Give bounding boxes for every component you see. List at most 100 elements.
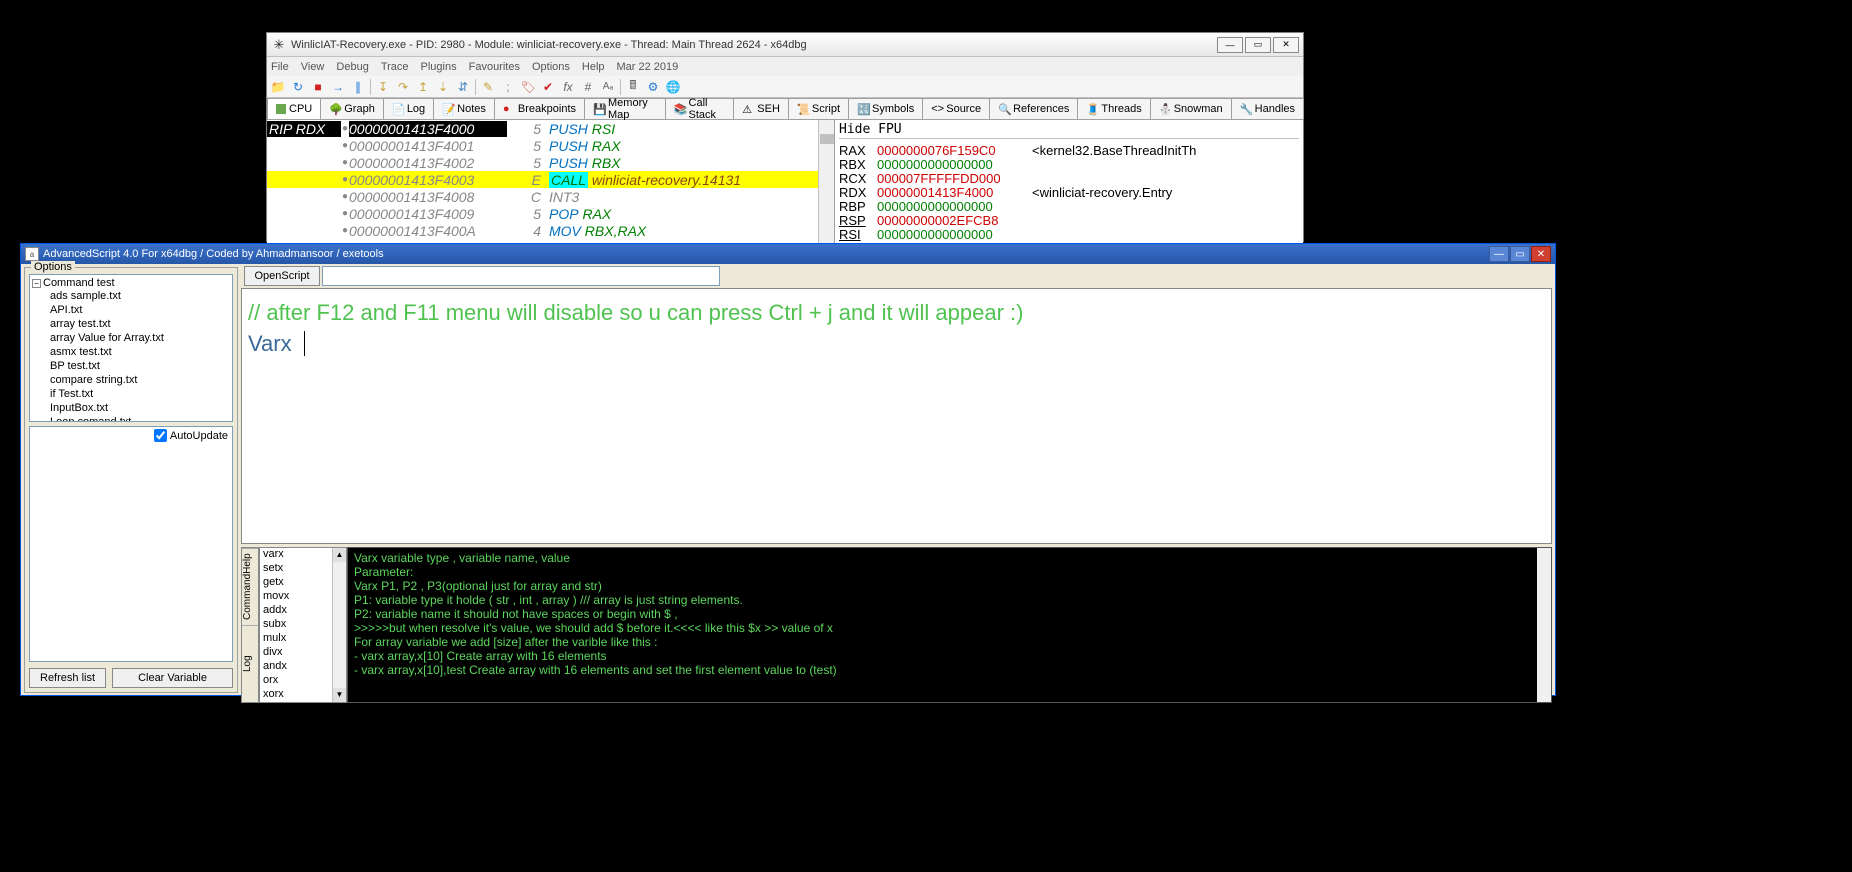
trace-icon[interactable]: ⇣ <box>434 78 452 96</box>
clear-variable-button[interactable]: Clear Variable <box>112 668 233 688</box>
disasm-row[interactable]: ●00000001413F40095POP RAX <box>267 205 834 222</box>
settings-icon[interactable]: ⚙ <box>644 78 662 96</box>
tree-item[interactable]: BP test.txt <box>50 359 230 373</box>
disasm-scrollbar[interactable] <box>818 120 834 243</box>
comment-icon[interactable]: ; <box>499 78 517 96</box>
tab-threads[interactable]: 🧵Threads <box>1077 98 1150 119</box>
stop-icon[interactable]: ■ <box>309 78 327 96</box>
dbg-titlebar[interactable]: ✳ WinlicIAT-Recovery.exe - PID: 2980 - M… <box>267 33 1303 57</box>
tree-item[interactable]: if Test.txt <box>50 387 230 401</box>
script-tree[interactable]: − Command test ads sample.txtAPI.txtarra… <box>29 274 233 422</box>
register-row[interactable]: RSI0000000000000000 <box>839 227 1299 241</box>
patch-icon[interactable]: ✎ <box>479 78 497 96</box>
as-close-button[interactable]: ✕ <box>1531 246 1551 262</box>
openscript-button[interactable]: OpenScript <box>244 266 320 286</box>
register-row[interactable]: RBP0000000000000000 <box>839 199 1299 213</box>
registers-view[interactable]: Hide FPU RAX0000000076F159C0<kernel32.Ba… <box>834 120 1303 243</box>
label-icon[interactable]: 🏷 <box>519 78 537 96</box>
register-row[interactable]: RSP00000000002EFCB8 <box>839 213 1299 227</box>
menu-help[interactable]: Help <box>582 61 605 73</box>
tree-item[interactable]: InputBox.txt <box>50 401 230 415</box>
as-minimize-button[interactable]: — <box>1489 246 1509 262</box>
tree-item[interactable]: array Value for Array.txt <box>50 331 230 345</box>
disasm-row[interactable]: ●00000001413F4008CINT3 <box>267 188 834 205</box>
open-icon[interactable]: 📁 <box>269 78 287 96</box>
bullet-icon: ● <box>341 191 349 202</box>
tab-snowman[interactable]: ⛄Snowman <box>1150 98 1232 119</box>
tab-script[interactable]: 📜Script <box>788 98 849 119</box>
disasm-row[interactable]: RIP RDX●00000001413F40005PUSH RSI <box>267 120 834 137</box>
menu-view[interactable]: View <box>301 61 325 73</box>
tree-item[interactable]: compare string.txt <box>50 373 230 387</box>
menu-plugins[interactable]: Plugins <box>421 61 457 73</box>
fx-icon[interactable]: fx <box>559 78 577 96</box>
refresh-list-button[interactable]: Refresh list <box>29 668 106 688</box>
tree-item[interactable]: asmx test.txt <box>50 345 230 359</box>
maximize-button[interactable]: ▭ <box>1245 37 1271 53</box>
tab-seh[interactable]: ⚠SEH <box>733 98 789 119</box>
side-tab-log[interactable]: Log <box>242 625 258 702</box>
tab-handles[interactable]: 🔧Handles <box>1231 98 1304 119</box>
as-titlebar[interactable]: a AdvancedScript 4.0 For x64dbg / Coded … <box>21 244 1555 264</box>
script-editor[interactable]: // after F12 and F11 menu will disable s… <box>241 288 1552 544</box>
hash-icon[interactable]: # <box>579 78 597 96</box>
world-icon[interactable]: 🌐 <box>664 78 682 96</box>
tree-item[interactable]: ads sample.txt <box>50 289 230 303</box>
tree-root-label[interactable]: Command test <box>43 277 115 289</box>
disasm-row[interactable]: ●00000001413F40025PUSH RBX <box>267 154 834 171</box>
command-list[interactable]: varxsetxgetxmovxaddxsubxmulxdivxandxorxx… <box>259 547 347 703</box>
run-icon[interactable]: → <box>329 78 347 96</box>
stepover-icon[interactable]: ↷ <box>394 78 412 96</box>
disasm-row[interactable]: ●00000001413F40015PUSH RAX <box>267 137 834 154</box>
calc-icon[interactable]: 🖩 <box>624 78 642 96</box>
tab-source[interactable]: <>Source <box>922 98 990 119</box>
minimize-button[interactable]: — <box>1217 37 1243 53</box>
bp-icon: ● <box>503 103 515 115</box>
disasm-row[interactable]: ●00000001413F4003ECALL winliciat-recover… <box>267 171 834 188</box>
variable-list[interactable]: AutoUpdate <box>29 426 233 662</box>
az-icon[interactable]: Aₐ <box>599 78 617 96</box>
menu-options[interactable]: Options <box>532 61 570 73</box>
register-row[interactable]: RBX0000000000000000 <box>839 157 1299 171</box>
menu-trace[interactable]: Trace <box>381 61 409 73</box>
restart-icon[interactable]: ↻ <box>289 78 307 96</box>
help-scrollbar[interactable] <box>1537 548 1551 702</box>
menu-file[interactable]: File <box>271 61 289 73</box>
menu-debug[interactable]: Debug <box>336 61 368 73</box>
disassembly-view[interactable]: RIP RDX●00000001413F40005PUSH RSI●000000… <box>267 120 834 243</box>
tab-cpu[interactable]: CPU <box>267 98 321 119</box>
tree-collapse-icon[interactable]: − <box>32 279 41 288</box>
hide-fpu-label[interactable]: Hide FPU <box>839 122 1299 139</box>
tab-callstack[interactable]: 📚Call Stack <box>665 98 735 119</box>
register-row[interactable]: RDX00000001413F4000<winliciat-recovery.E… <box>839 185 1299 199</box>
trace2-icon[interactable]: ⇵ <box>454 78 472 96</box>
tab-log[interactable]: 📄Log <box>383 98 434 119</box>
autoupdate-toggle[interactable]: AutoUpdate <box>154 429 228 442</box>
autoupdate-checkbox[interactable] <box>154 429 167 442</box>
tab-graph[interactable]: 🌳Graph <box>320 98 384 119</box>
bookmark-icon[interactable]: ✔ <box>539 78 557 96</box>
stepinto-icon[interactable]: ↧ <box>374 78 392 96</box>
side-tab-commandhelp[interactable]: CommandHelp <box>242 548 258 625</box>
cmdlist-scrollbar[interactable]: ▲ ▼ <box>332 548 346 702</box>
help-pane[interactable]: Varx variable type , variable name, valu… <box>347 547 1552 703</box>
as-maximize-button[interactable]: ▭ <box>1510 246 1530 262</box>
tab-memorymap[interactable]: 💾Memory Map <box>584 98 666 119</box>
disasm-row[interactable]: ●00000001413F400A4MOV RBX,RAX <box>267 222 834 239</box>
tab-notes[interactable]: 📝Notes <box>433 98 495 119</box>
tab-symbols[interactable]: 🔣Symbols <box>848 98 923 119</box>
tab-breakpoints[interactable]: ●Breakpoints <box>494 98 585 119</box>
tree-item[interactable]: array test.txt <box>50 317 230 331</box>
scroll-down-icon[interactable]: ▼ <box>333 688 346 702</box>
tab-references[interactable]: 🔍References <box>989 98 1078 119</box>
register-row[interactable]: RAX0000000076F159C0<kernel32.BaseThreadI… <box>839 143 1299 157</box>
register-row[interactable]: RCX000007FFFFFDD000 <box>839 171 1299 185</box>
tree-item[interactable]: Loop comand.txt <box>50 415 230 422</box>
stepout-icon[interactable]: ↥ <box>414 78 432 96</box>
menu-favourites[interactable]: Favourites <box>469 61 520 73</box>
scroll-up-icon[interactable]: ▲ <box>333 548 346 562</box>
pause-icon[interactable]: ∥ <box>349 78 367 96</box>
script-path-input[interactable] <box>322 266 720 286</box>
tree-item[interactable]: API.txt <box>50 303 230 317</box>
close-button[interactable]: ✕ <box>1273 37 1299 53</box>
